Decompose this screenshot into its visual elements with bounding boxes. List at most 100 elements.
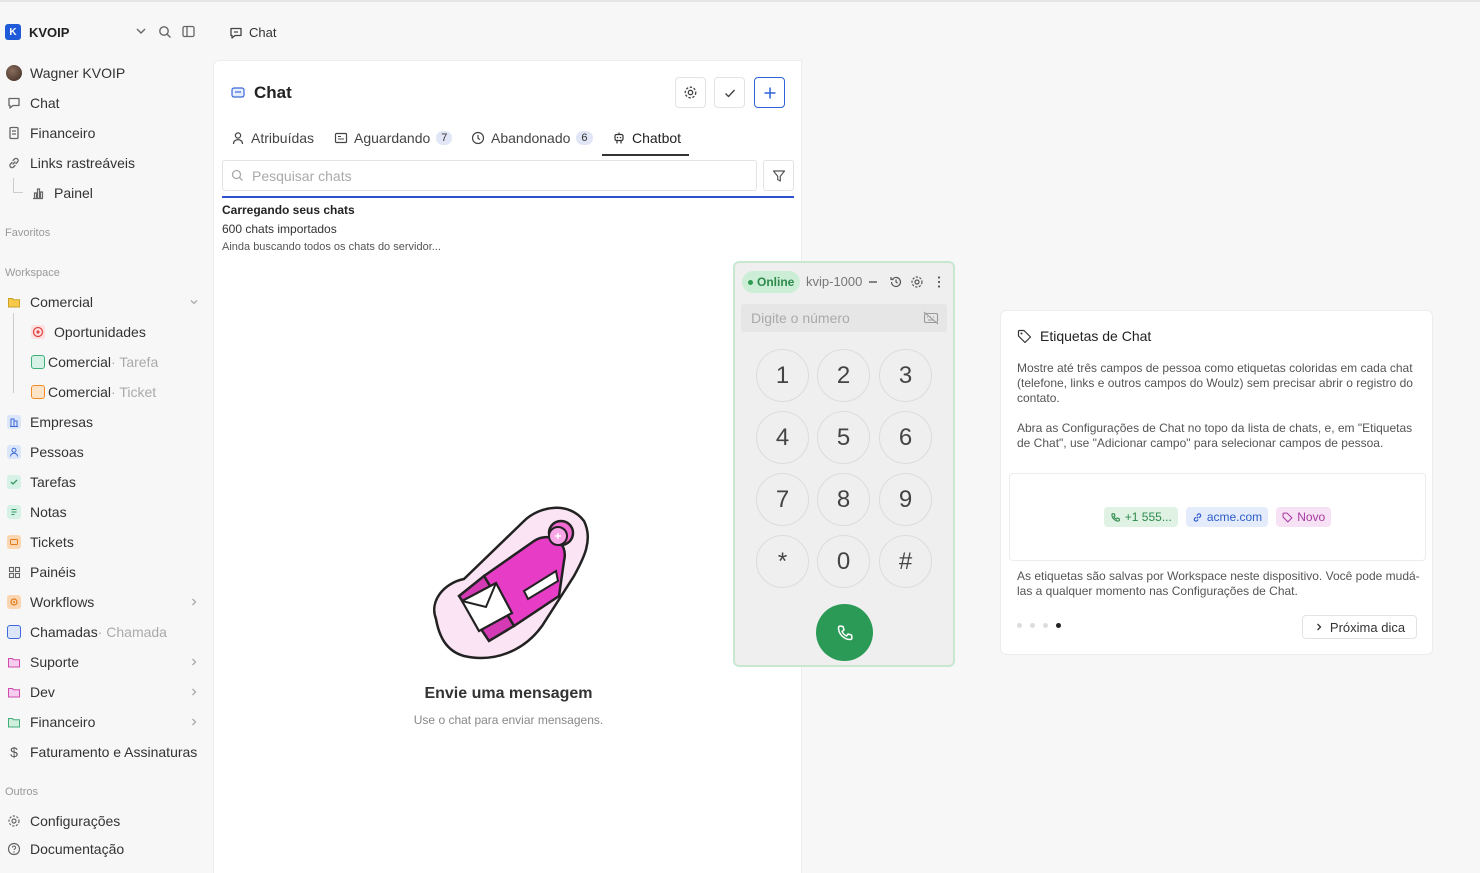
chat-settings-button[interactable]	[675, 77, 706, 108]
page-dot[interactable]	[1017, 623, 1022, 628]
sidebar-item-dev[interactable]: Dev	[6, 681, 55, 703]
sidebar-item-label: Tickets	[30, 534, 74, 550]
chevron-right-icon[interactable]	[189, 717, 199, 727]
inbox-icon	[334, 131, 348, 145]
chevron-right-icon[interactable]	[189, 687, 199, 697]
checkbox-icon	[6, 474, 22, 490]
sidebar-item-tickets[interactable]: Tickets	[6, 531, 74, 553]
sidebar-item-chat[interactable]: Chat	[6, 92, 60, 114]
mailbox-illustration	[424, 501, 594, 666]
keyboard-off-icon[interactable]	[923, 311, 939, 325]
sidebar-item-label: Financeiro	[30, 714, 96, 730]
dollar-icon: $	[10, 744, 18, 760]
favoritos-label: Favoritos	[5, 227, 51, 239]
dial-key-2[interactable]: 2	[817, 349, 870, 402]
page-dot[interactable]	[1030, 623, 1035, 628]
page-title: Chat	[230, 83, 292, 103]
active-tab-indicator	[602, 154, 689, 156]
sidebar-item-empresas[interactable]: Empresas	[6, 411, 93, 433]
more-vertical-icon[interactable]	[932, 275, 946, 289]
ticket-view-icon	[30, 384, 46, 400]
dial-key-star[interactable]: *	[756, 535, 809, 588]
sidebar-item-notas[interactable]: Notas	[6, 501, 67, 523]
chevron-right-icon[interactable]	[189, 597, 199, 607]
tab-aguardando[interactable]: Aguardando 7	[334, 128, 453, 148]
chart-icon	[30, 185, 46, 201]
note-icon	[6, 504, 22, 520]
sidebar-item-comercial-tarefa[interactable]: Comercial · Tarefa	[30, 351, 158, 373]
call-button[interactable]	[816, 604, 873, 661]
sidebar-toggle-icon[interactable]	[182, 25, 196, 39]
sidebar-item-label: Chamadas	[30, 624, 98, 640]
sidebar-item-tarefas[interactable]: Tarefas	[6, 471, 76, 493]
link-tag-chip: acme.com	[1185, 507, 1269, 527]
sidebar-item-label: Tarefas	[30, 474, 76, 490]
search-input[interactable]: Pesquisar chats	[222, 160, 757, 191]
sidebar-item-configuracoes[interactable]: Configurações	[6, 810, 120, 832]
new-chat-button[interactable]	[754, 77, 785, 108]
sidebar-item-label: Suporte	[30, 654, 80, 670]
tab-label: Chatbot	[632, 130, 682, 146]
tab-chatbot[interactable]: Chatbot	[612, 128, 681, 148]
next-tip-button[interactable]: Próxima dica	[1302, 615, 1417, 639]
sidebar-item-links[interactable]: Links rastreáveis	[6, 152, 135, 174]
sidebar-item-financeiro[interactable]: Financeiro	[6, 122, 95, 144]
workspace-name[interactable]: KVOIP	[29, 25, 69, 40]
tag-icon	[1017, 329, 1032, 344]
sidebar-item-workflows[interactable]: Workflows	[6, 591, 94, 613]
sidebar-item-paineis[interactable]: Painéis	[6, 561, 76, 583]
minimize-icon[interactable]	[867, 275, 881, 289]
sidebar-item-oportunidades[interactable]: Oportunidades	[30, 321, 146, 343]
tip-paragraph-3: As etiquetas são salvas por Workspace ne…	[1017, 569, 1420, 598]
chip-label: Novo	[1297, 510, 1326, 524]
chat-panel: Chat Atribuídas Aguardando 7 Abandonado …	[213, 60, 802, 873]
sidebar-user[interactable]: Wagner KVOIP	[6, 62, 125, 84]
sidebar-user-name: Wagner KVOIP	[30, 65, 126, 81]
page-dot[interactable]	[1043, 623, 1048, 628]
chevron-right-icon[interactable]	[189, 657, 199, 667]
target-icon	[30, 324, 46, 340]
workspace-logo[interactable]: K	[5, 24, 21, 40]
person-icon	[231, 131, 245, 145]
gear-icon[interactable]	[910, 275, 924, 289]
sidebar-item-comercial-ticket[interactable]: Comercial · Ticket	[30, 381, 156, 403]
sidebar-item-documentacao[interactable]: Documentação	[6, 838, 124, 860]
empty-state-subtitle: Use o chat para enviar mensagens.	[413, 713, 604, 727]
sidebar-item-painel[interactable]: Painel	[30, 182, 93, 204]
dial-key-5[interactable]: 5	[817, 411, 870, 464]
sidebar-item-pessoas[interactable]: Pessoas	[6, 441, 84, 463]
sidebar-item-faturamento[interactable]: $ Faturamento e Assinaturas	[6, 741, 197, 763]
dial-key-9[interactable]: 9	[879, 473, 932, 526]
building-icon	[6, 414, 22, 430]
dial-key-8[interactable]: 8	[817, 473, 870, 526]
sidebar-item-financeiro-folder[interactable]: Financeiro	[6, 711, 95, 733]
person-icon	[6, 444, 22, 460]
history-icon[interactable]	[889, 275, 903, 289]
sidebar-item-label: Notas	[30, 504, 67, 520]
tab-atribuidas[interactable]: Atribuídas	[231, 128, 314, 148]
dial-key-hash[interactable]: #	[879, 535, 932, 588]
search-icon[interactable]	[158, 25, 172, 39]
sidebar-item-label: Comercial	[48, 354, 112, 370]
mark-resolved-button[interactable]	[714, 77, 745, 108]
status-badge[interactable]: Online	[742, 271, 801, 293]
page-dot-active[interactable]	[1056, 623, 1061, 628]
sidebar: Wagner KVOIP Chat Financeiro Links rastr…	[0, 60, 213, 873]
sidebar-item-comercial[interactable]: Comercial	[6, 291, 93, 313]
loading-title: Carregando seus chats	[222, 203, 355, 217]
dial-key-3[interactable]: 3	[879, 349, 932, 402]
filter-button[interactable]	[763, 160, 794, 191]
tab-abandonado[interactable]: Abandonado 6	[471, 128, 593, 148]
loading-subtitle: Ainda buscando todos os chats do servido…	[222, 241, 441, 253]
chevron-down-icon[interactable]	[135, 25, 149, 39]
clock-icon	[471, 131, 485, 145]
dial-key-7[interactable]: 7	[756, 473, 809, 526]
dial-key-0[interactable]: 0	[817, 535, 870, 588]
chevron-down-icon[interactable]	[189, 297, 199, 307]
phone-number-input[interactable]: Digite o número	[741, 304, 947, 332]
dial-key-1[interactable]: 1	[756, 349, 809, 402]
dial-key-4[interactable]: 4	[756, 411, 809, 464]
dial-key-6[interactable]: 6	[879, 411, 932, 464]
sidebar-item-suporte[interactable]: Suporte	[6, 651, 79, 673]
sidebar-item-chamadas[interactable]: Chamadas · Chamada	[6, 621, 167, 643]
